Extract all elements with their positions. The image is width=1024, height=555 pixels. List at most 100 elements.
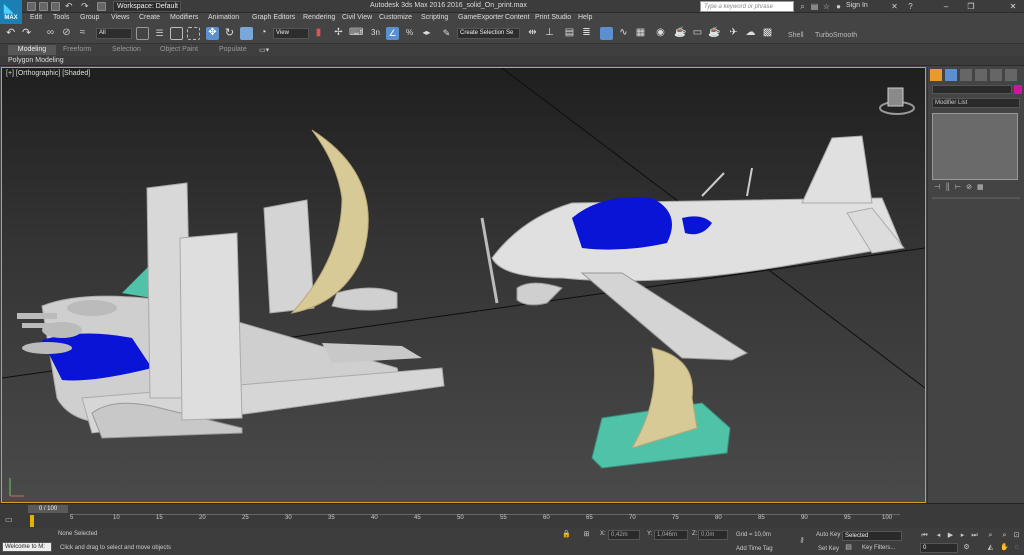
unlink-icon[interactable]: ⊘ <box>60 27 73 40</box>
pan-view-icon[interactable]: ✋ <box>1000 543 1009 552</box>
checker-icon[interactable]: ▩ <box>761 27 774 40</box>
field-of-view-icon[interactable]: ◭ <box>986 543 995 552</box>
object-name-field[interactable] <box>932 85 1012 94</box>
set-key-icon[interactable]: ⚷ <box>795 536 809 545</box>
rendered-frame-icon[interactable]: ▭ <box>691 27 704 40</box>
key-mode-dropdown[interactable]: Selected <box>842 531 902 541</box>
tab-selection[interactable]: Selection <box>112 46 141 53</box>
polygon-modeling-label[interactable]: Polygon Modeling <box>8 57 64 64</box>
select-manipulate-icon[interactable]: ✢ <box>332 27 345 40</box>
render-iterative-icon[interactable]: ✈ <box>727 27 740 40</box>
key-filters-icon[interactable]: ▤ <box>844 543 853 552</box>
object-color-swatch[interactable] <box>1014 85 1022 94</box>
save-file-icon[interactable] <box>51 2 60 11</box>
ribbon-options-icon[interactable]: ▭▾ <box>259 46 269 54</box>
key-filters-button[interactable]: Key Filters... <box>862 545 895 551</box>
menu-content[interactable]: Content <box>505 14 530 21</box>
viewcube-icon[interactable] <box>879 87 915 115</box>
undo-icon[interactable]: ↶ <box>65 2 74 11</box>
maxscript-listener[interactable]: Welcome to M: <box>2 542 52 552</box>
timeline-ruler[interactable]: 5 10 15 20 25 30 35 40 45 50 55 60 65 70… <box>70 514 900 528</box>
angle-snap-icon[interactable]: ∠ <box>386 27 399 40</box>
zoom-icon[interactable]: ⌕ <box>986 531 995 540</box>
lock-selection-icon[interactable]: 🔒 <box>562 530 571 539</box>
named-selection-sets-dropdown[interactable]: Create Selection Se <box>457 28 520 39</box>
go-to-end-icon[interactable]: ⏭ <box>970 531 979 540</box>
close-icon[interactable]: ✕ <box>1002 0 1024 13</box>
search-icon[interactable]: ⌕ <box>798 2 807 11</box>
redo-icon[interactable]: ↷ <box>81 2 90 11</box>
layer-explorer-icon[interactable]: ≣ <box>580 27 593 40</box>
tab-freeform[interactable]: Freeform <box>63 46 91 53</box>
absolute-mode-icon[interactable]: ⊞ <box>582 530 591 539</box>
align-icon[interactable]: ⊥ <box>543 27 556 40</box>
menu-print-studio[interactable]: Print Studio <box>535 14 571 21</box>
menu-help[interactable]: Help <box>578 14 592 21</box>
next-frame-icon[interactable]: ▸ <box>958 531 967 540</box>
workspace-dropdown[interactable]: Workspace: Default <box>113 1 181 12</box>
select-scale-icon[interactable] <box>240 27 253 40</box>
mirror-icon[interactable]: ⇹ <box>526 27 539 40</box>
menu-gameexporter[interactable]: GameExporter <box>458 14 504 21</box>
orbit-icon[interactable]: ◌ <box>1012 543 1021 552</box>
material-editor-icon[interactable]: ◉ <box>654 27 667 40</box>
help-icon[interactable]: ? <box>906 2 915 11</box>
render-in-cloud-icon[interactable]: ☁ <box>744 27 757 40</box>
keyboard-shortcut-icon[interactable]: ⌨ <box>349 27 363 40</box>
viewport-orthographic[interactable]: [+] [Orthographic] [Shaded] <box>1 67 926 503</box>
x-coordinate-field[interactable]: 0,42m <box>608 530 640 540</box>
render-production-icon[interactable]: ☕ <box>708 27 721 40</box>
menu-edit[interactable]: Edit <box>30 14 42 21</box>
maximize-icon[interactable]: ❐ <box>960 0 982 13</box>
schematic-view-icon[interactable]: ▦ <box>634 27 647 40</box>
edit-named-selection-icon[interactable]: ✎ <box>440 27 453 40</box>
search-input[interactable]: Type a keyword or phrase <box>700 1 794 12</box>
time-marker[interactable] <box>30 515 34 527</box>
add-time-tag-button[interactable]: Add Time Tag <box>736 546 773 552</box>
selection-filter-dropdown[interactable]: All <box>96 28 132 39</box>
hierarchy-tab-icon[interactable] <box>960 69 972 81</box>
select-by-name-icon[interactable]: ☰ <box>153 27 166 40</box>
motion-tab-icon[interactable] <box>975 69 987 81</box>
curve-editor-icon[interactable]: ∿ <box>617 27 630 40</box>
menu-customize[interactable]: Customize <box>379 14 412 21</box>
place-icon[interactable]: ◔ <box>257 27 270 40</box>
exchange-icon[interactable]: ✕ <box>890 2 899 11</box>
mini-curve-editor-icon[interactable]: ▭ <box>5 515 15 525</box>
pivot-center-icon[interactable]: ▮ <box>312 27 325 40</box>
display-tab-icon[interactable] <box>990 69 1002 81</box>
snaps-toggle-icon[interactable]: 3n <box>369 27 382 40</box>
favorites-icon[interactable]: ☆ <box>822 2 831 11</box>
tab-populate[interactable]: Populate <box>219 46 247 53</box>
scene-canvas[interactable] <box>2 68 925 502</box>
scene-explorer-icon[interactable]: ▤ <box>563 27 576 40</box>
undo-icon[interactable]: ↶ <box>6 27 19 40</box>
z-coordinate-field[interactable]: 0,0m <box>698 530 728 540</box>
select-move-icon[interactable]: ✥ <box>206 27 219 40</box>
menu-rendering[interactable]: Rendering <box>303 14 335 21</box>
create-tab-icon[interactable] <box>930 69 942 81</box>
tab-object-paint[interactable]: Object Paint <box>160 46 198 53</box>
auto-key-button[interactable]: Auto Key <box>816 532 840 538</box>
go-to-start-icon[interactable]: ⏮ <box>920 531 929 540</box>
spinner-snap-icon[interactable]: ◂▸ <box>420 27 433 40</box>
select-rotate-icon[interactable]: ↻ <box>223 27 236 40</box>
zoom-extents-icon[interactable]: ⊡ <box>1012 531 1021 540</box>
menu-group[interactable]: Group <box>80 14 99 21</box>
menu-scripting[interactable]: Scripting <box>421 14 448 21</box>
subscription-icon[interactable]: ▤ <box>810 2 819 11</box>
zoom-all-icon[interactable]: ⌕ <box>1000 531 1009 540</box>
modifier-stack[interactable] <box>932 113 1018 180</box>
render-setup-icon[interactable]: ☕ <box>674 27 687 40</box>
play-icon[interactable]: ▶ <box>946 531 955 540</box>
window-crossing-icon[interactable] <box>187 27 200 40</box>
sign-in-link[interactable]: Sign In <box>846 2 868 9</box>
previous-frame-icon[interactable]: ◂ <box>934 531 943 540</box>
reference-coord-dropdown[interactable]: View <box>273 28 309 39</box>
current-frame-field[interactable]: 0 <box>920 543 958 553</box>
app-logo[interactable]: ◣ MAX <box>0 0 22 24</box>
shell-button[interactable]: Shell <box>788 32 804 39</box>
utilities-tab-icon[interactable] <box>1005 69 1017 81</box>
modifier-list-dropdown[interactable]: Modifier List <box>932 98 1020 108</box>
menu-modifiers[interactable]: Modifiers <box>170 14 198 21</box>
